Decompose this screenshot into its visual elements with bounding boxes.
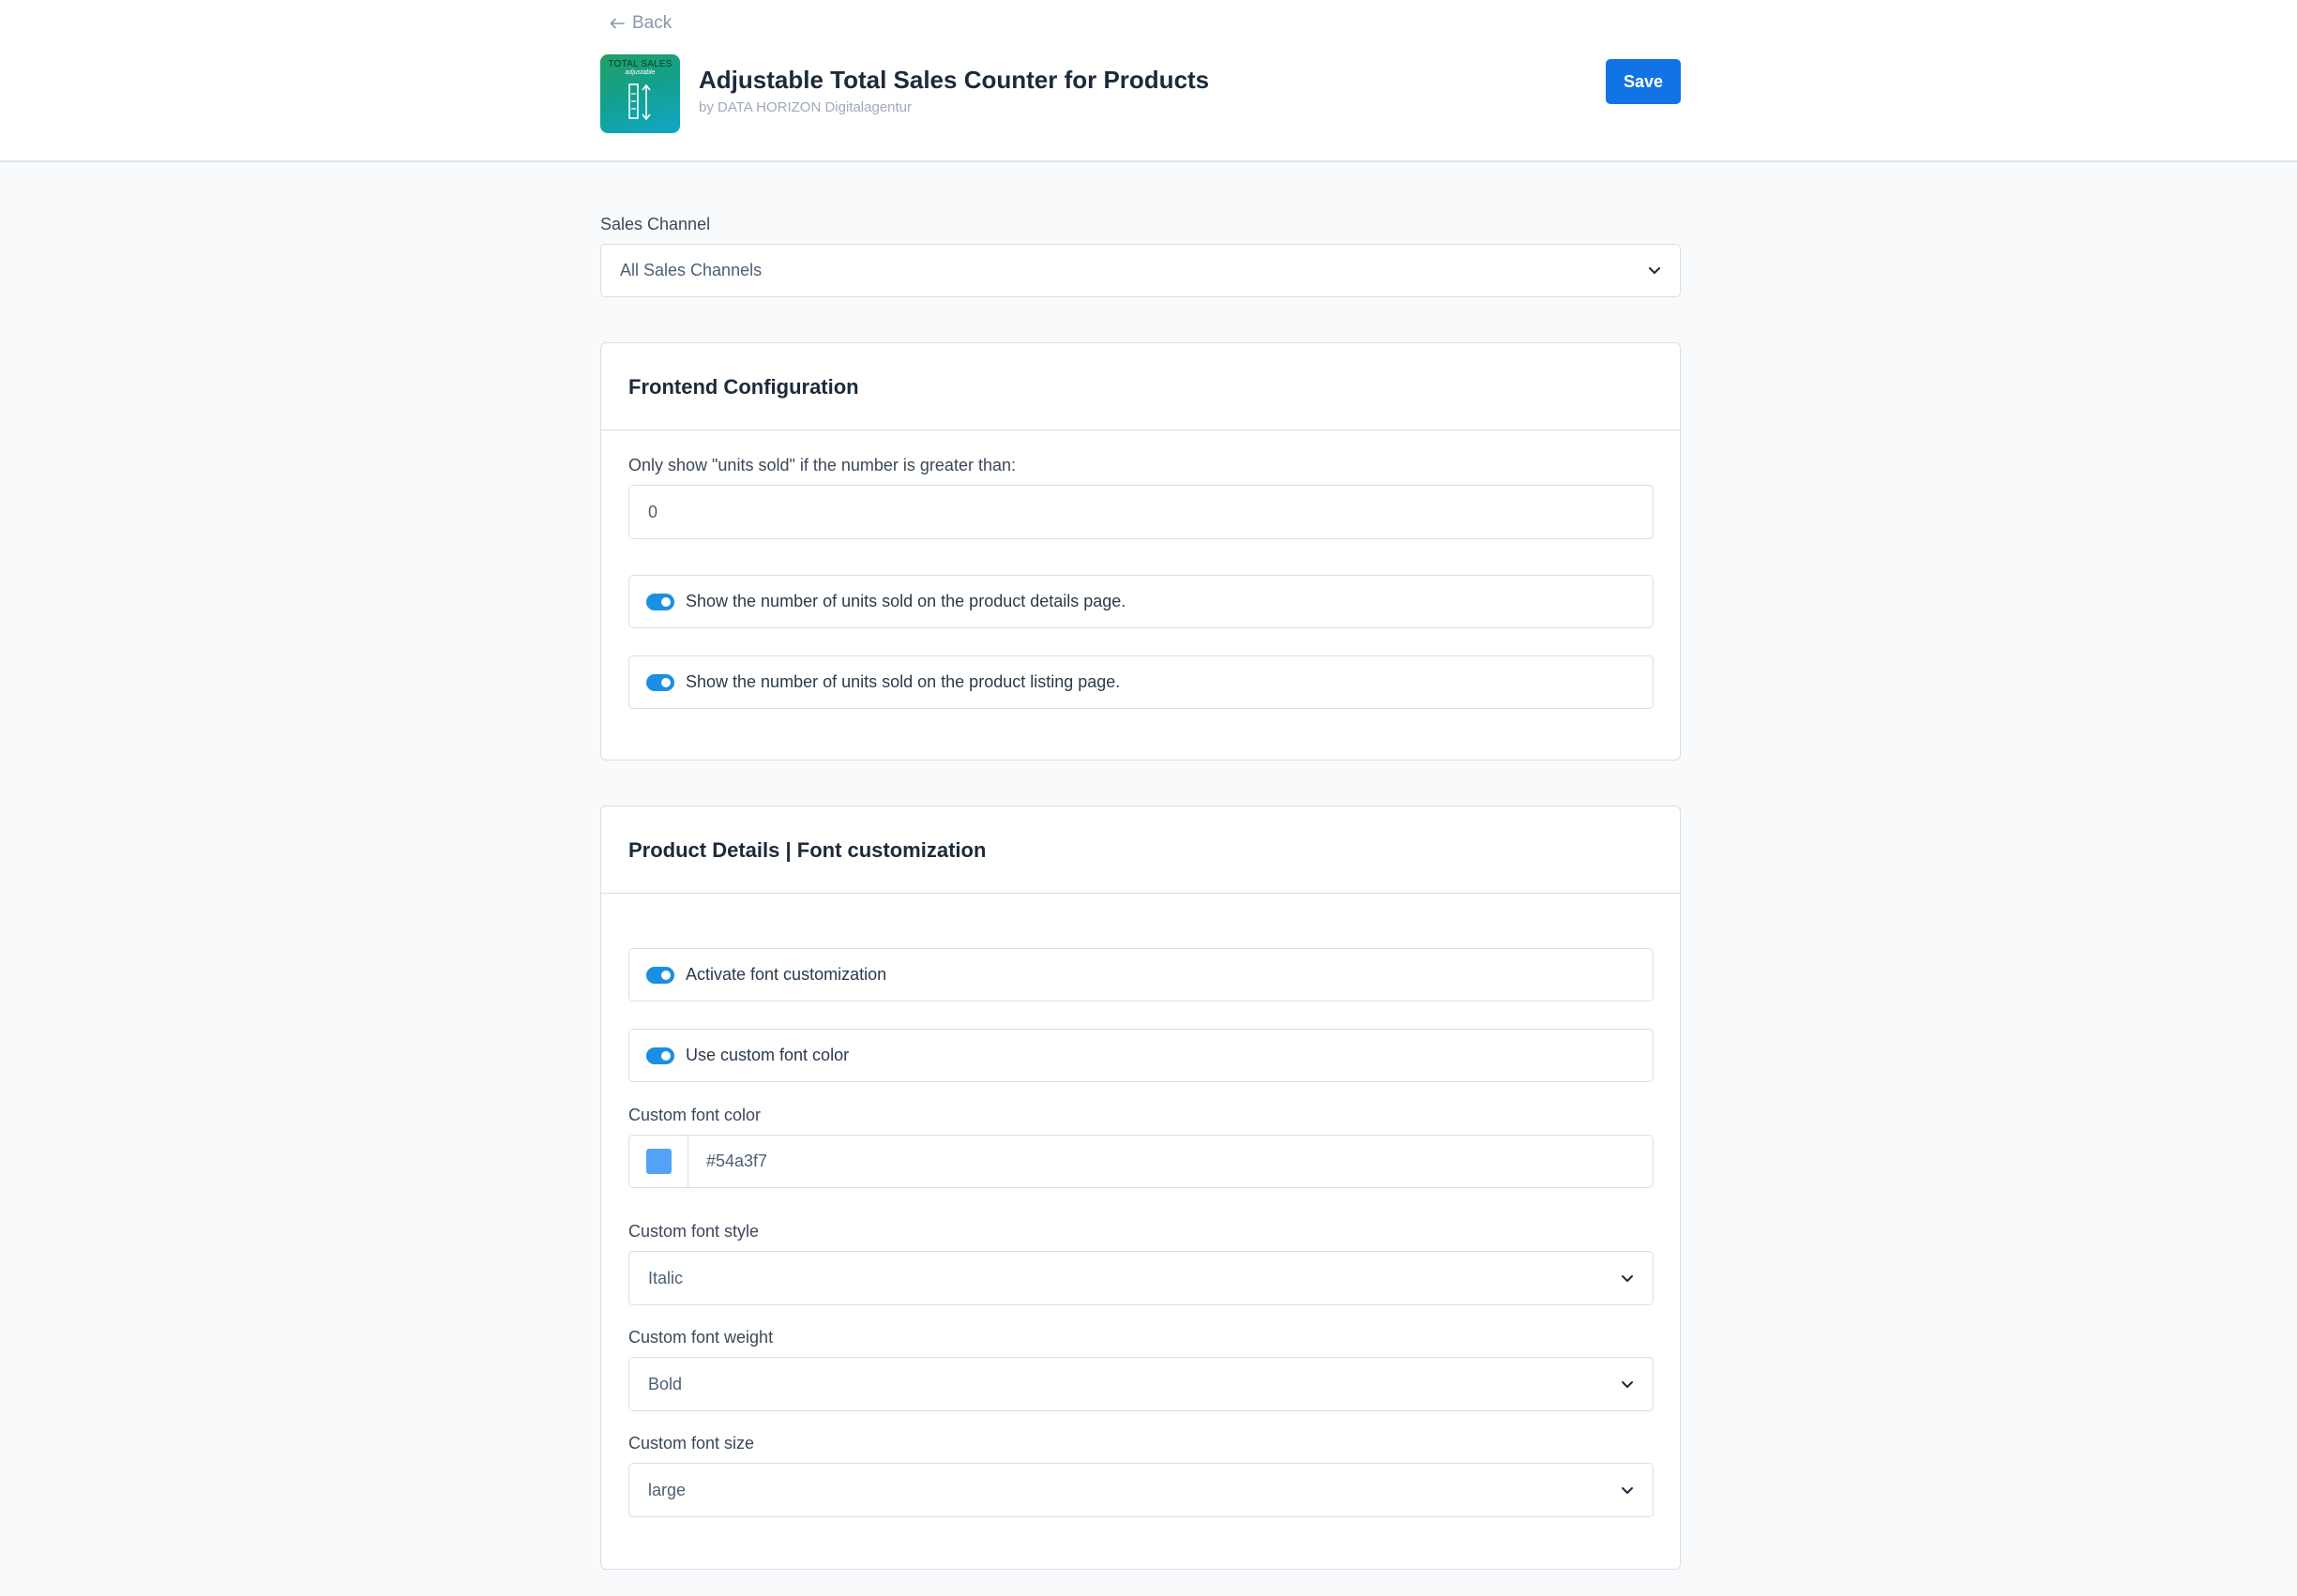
frontend-configuration-card: Frontend Configuration Only show "units … xyxy=(600,342,1681,760)
color-swatch-wrap xyxy=(629,1136,688,1187)
font-weight-value: Bold xyxy=(648,1374,683,1393)
threshold-label: Only show "units sold" if the number is … xyxy=(628,456,1016,474)
toggle-switch[interactable] xyxy=(646,593,674,610)
font-style-label: Custom font style xyxy=(628,1222,760,1241)
font-weight-label: Custom font weight xyxy=(628,1328,774,1347)
app-logo-subtext: adjustable xyxy=(625,69,656,76)
threshold-input[interactable]: 0 xyxy=(628,485,1654,539)
toggle-row-listing-page[interactable]: Show the number of units sold on the pro… xyxy=(628,655,1654,709)
threshold-value: 0 xyxy=(648,502,658,521)
chevron-down-icon xyxy=(1622,1380,1633,1388)
card-header: Product Details | Font customization xyxy=(601,806,1680,894)
toggle-switch[interactable] xyxy=(646,673,674,691)
sales-channel-value: All Sales Channels xyxy=(620,261,763,279)
font-color-value: #54a3f7 xyxy=(706,1152,768,1170)
sales-channel-select[interactable]: All Sales Channels xyxy=(600,244,1681,297)
toggle-switch[interactable] xyxy=(646,1046,674,1064)
counter-bars-icon xyxy=(628,83,651,121)
app-title: Adjustable Total Sales Counter for Produ… xyxy=(699,66,1210,94)
toggle-switch[interactable] xyxy=(646,966,674,984)
chevron-down-icon xyxy=(1649,267,1660,274)
font-size-value: large xyxy=(648,1480,687,1499)
card-title: Product Details | Font customization xyxy=(628,838,987,862)
card-title: Frontend Configuration xyxy=(628,375,859,399)
chevron-down-icon xyxy=(1622,1486,1633,1494)
back-link[interactable]: Back xyxy=(610,13,672,34)
app-logo: TOTAL SALES adjustable xyxy=(600,54,680,133)
app-author: by DATA HORIZON Digitalagentur xyxy=(699,99,913,115)
font-color-label: Custom font color xyxy=(628,1106,762,1124)
toggle-row-details-page[interactable]: Show the number of units sold on the pro… xyxy=(628,575,1654,628)
toggle-label: Use custom font color xyxy=(686,1046,850,1064)
font-weight-select[interactable]: Bold xyxy=(628,1357,1654,1411)
toggle-label: Show the number of units sold on the pro… xyxy=(686,672,1121,691)
toggle-label: Show the number of units sold on the pro… xyxy=(686,592,1126,610)
font-color-field[interactable]: #54a3f7 xyxy=(628,1135,1654,1188)
font-size-label: Custom font size xyxy=(628,1434,755,1453)
app-logo-text: TOTAL SALES xyxy=(608,59,672,69)
back-label: Back xyxy=(632,13,672,33)
arrow-left-icon xyxy=(610,18,625,29)
chevron-down-icon xyxy=(1622,1274,1633,1282)
sales-channel-label: Sales Channel xyxy=(600,215,711,233)
font-style-value: Italic xyxy=(648,1268,684,1287)
toggle-label: Activate font customization xyxy=(686,965,887,984)
font-size-select[interactable]: large xyxy=(628,1463,1654,1517)
font-customization-card: Product Details | Font customization Act… xyxy=(600,806,1681,1570)
app-header: Back TOTAL SALES adjustable Adjustable T… xyxy=(0,0,2297,162)
font-style-select[interactable]: Italic xyxy=(628,1251,1654,1305)
color-swatch[interactable] xyxy=(645,1149,672,1174)
toggle-row-activate-font[interactable]: Activate font customization xyxy=(628,948,1654,1001)
save-button[interactable]: Save xyxy=(1606,59,1681,104)
card-header: Frontend Configuration xyxy=(601,343,1680,430)
toggle-row-custom-color[interactable]: Use custom font color xyxy=(628,1029,1654,1082)
